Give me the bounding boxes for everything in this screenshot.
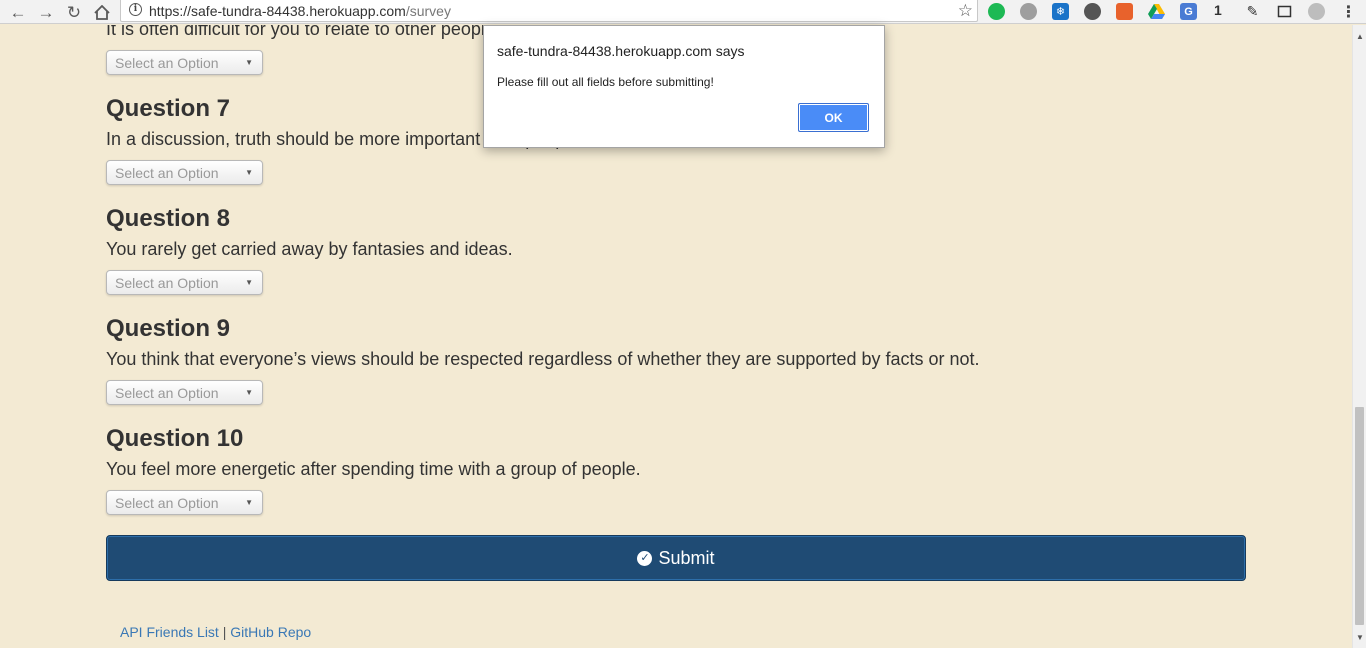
question-text: You feel more energetic after spending t… — [106, 459, 641, 479]
github-repo-link[interactable]: GitHub Repo — [230, 624, 311, 640]
browser-menu-icon[interactable]: ⋮ — [1340, 3, 1357, 21]
home-icon[interactable] — [91, 1, 113, 23]
extension-count-badge[interactable]: 1 — [1214, 2, 1222, 18]
question-title: Question 10 — [106, 425, 244, 452]
question-10: Question 10 You feel more energetic afte… — [106, 425, 641, 479]
scroll-down-arrow-icon[interactable]: ▼ — [1356, 633, 1364, 642]
scrollbar-thumb[interactable] — [1355, 407, 1364, 625]
dialog-title: safe-tundra-84438.herokuapp.com says — [497, 43, 745, 59]
select-placeholder: Select an Option — [115, 495, 219, 511]
translate-extension-icon[interactable]: G — [1180, 3, 1197, 20]
alert-dialog: safe-tundra-84438.herokuapp.com says Ple… — [483, 25, 885, 148]
green-circle-extension-icon[interactable] — [988, 3, 1005, 20]
question-9-select[interactable]: Select an Option ▼ — [106, 380, 263, 405]
api-friends-list-link[interactable]: API Friends List — [120, 624, 219, 640]
footer-separator: | — [222, 624, 227, 640]
profile-avatar-icon[interactable] — [1308, 3, 1325, 20]
select-placeholder: Select an Option — [115, 165, 219, 181]
question-title: Question 9 — [106, 315, 231, 342]
address-bar[interactable]: i https://safe-tundra-84438.herokuapp.co… — [120, 0, 978, 22]
eyedropper-icon[interactable]: ✎ — [1244, 3, 1261, 20]
question-8-select[interactable]: Select an Option ▼ — [106, 270, 263, 295]
forward-arrow-icon[interactable]: → — [35, 1, 57, 23]
browser-toolbar: ← → ↻ i https://safe-tundra-84438.heroku… — [0, 0, 1366, 24]
submit-button[interactable]: ✓ Submit — [106, 535, 1246, 581]
orange-extension-icon[interactable] — [1116, 3, 1133, 20]
select-placeholder: Select an Option — [115, 275, 219, 291]
url-text[interactable]: https://safe-tundra-84438.herokuapp.com/… — [149, 3, 451, 19]
scroll-up-arrow-icon[interactable]: ▲ — [1356, 32, 1364, 41]
bookmark-star-icon[interactable]: ☆ — [958, 0, 973, 22]
badge-extension-icon[interactable] — [1020, 3, 1037, 20]
page-scrollbar[interactable]: ▲ ▼ — [1352, 25, 1366, 648]
question-7-select[interactable]: Select an Option ▼ — [106, 160, 263, 185]
back-arrow-icon[interactable]: ← — [7, 1, 29, 23]
chevron-down-icon: ▼ — [245, 388, 253, 397]
chat-extension-icon[interactable] — [1084, 3, 1101, 20]
question-text: You rarely get carried away by fantasies… — [106, 239, 513, 259]
footer-links: API Friends List | GitHub Repo — [120, 624, 311, 640]
reload-icon[interactable]: ↻ — [63, 1, 85, 23]
check-circle-icon: ✓ — [637, 550, 653, 566]
question-10-select[interactable]: Select an Option ▼ — [106, 490, 263, 515]
screenshot-frame-icon[interactable] — [1276, 3, 1293, 20]
question-6-text: It is often difficult for you to relate … — [106, 25, 500, 39]
chevron-down-icon: ▼ — [245, 58, 253, 67]
ok-button[interactable]: OK — [798, 103, 869, 132]
dialog-message: Please fill out all fields before submit… — [497, 75, 714, 89]
chevron-down-icon: ▼ — [245, 278, 253, 287]
question-6-select[interactable]: Select an Option ▼ — [106, 50, 263, 75]
select-placeholder: Select an Option — [115, 55, 219, 71]
snowflake-extension-icon[interactable]: ❄ — [1052, 3, 1069, 20]
question-8: Question 8 You rarely get carried away b… — [106, 205, 513, 259]
chevron-down-icon: ▼ — [245, 168, 253, 177]
google-drive-icon[interactable] — [1148, 3, 1165, 20]
question-9: Question 9 You think that everyone’s vie… — [106, 315, 980, 369]
submit-label: Submit — [658, 547, 715, 568]
chevron-down-icon: ▼ — [245, 498, 253, 507]
select-placeholder: Select an Option — [115, 385, 219, 401]
site-info-icon[interactable]: i — [129, 3, 142, 16]
question-text: You think that everyone’s views should b… — [106, 349, 980, 369]
question-title: Question 8 — [106, 205, 231, 232]
